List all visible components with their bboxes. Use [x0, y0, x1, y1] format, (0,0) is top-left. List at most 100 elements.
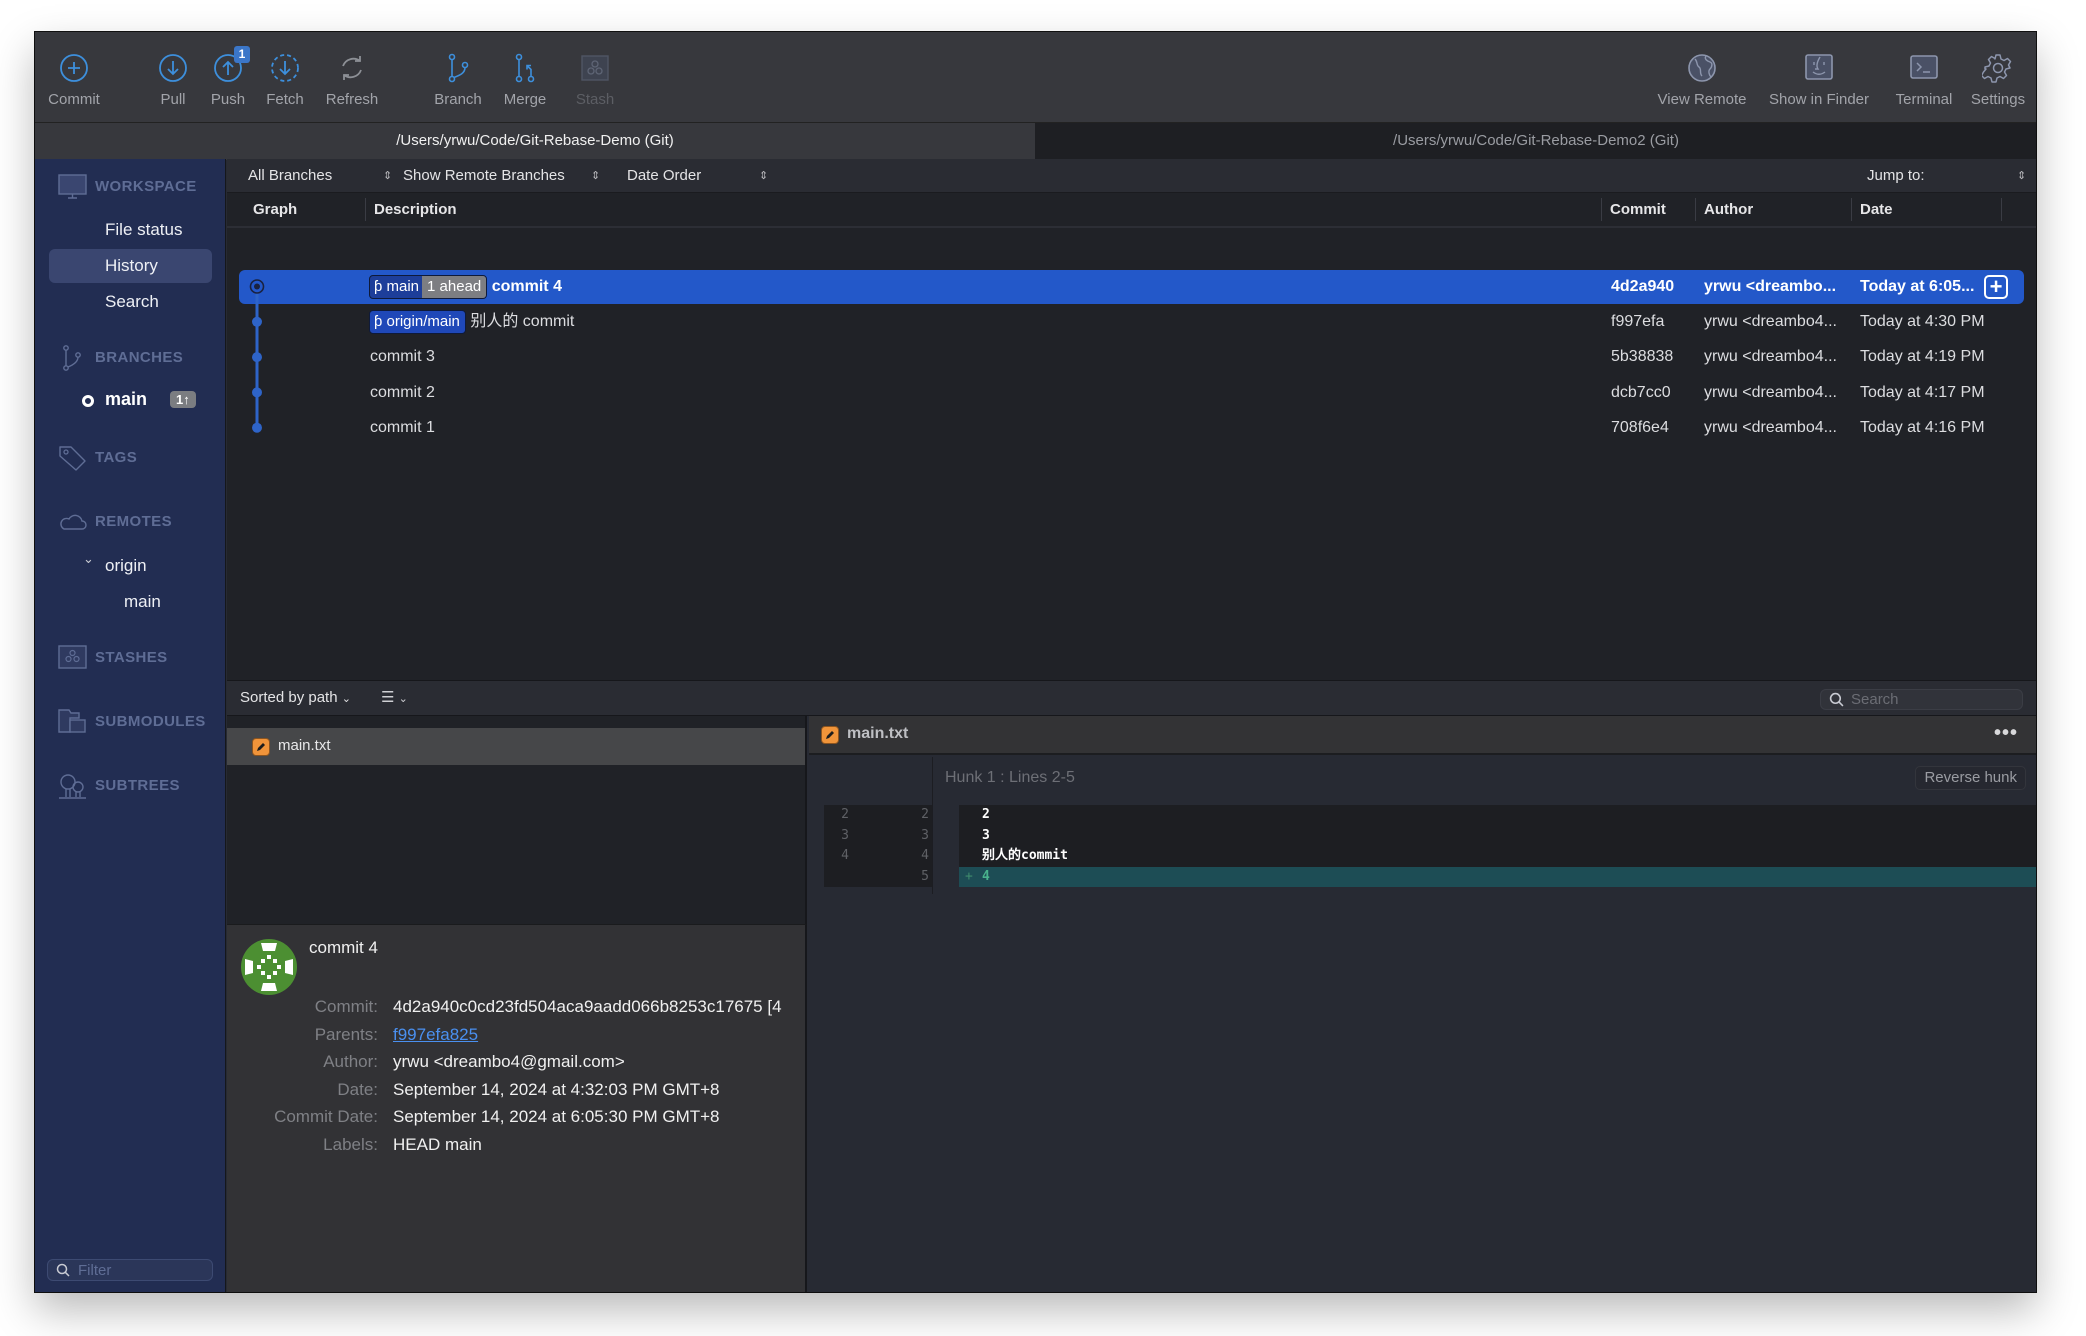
- sidebar-section-submodules[interactable]: SUBMODULES: [35, 707, 226, 737]
- monitor-icon: [58, 174, 88, 200]
- sidebar: WORKSPACE File status History Search BRA…: [35, 159, 226, 1292]
- new-line-number: 3: [921, 827, 929, 843]
- terminal-button[interactable]: Terminal: [1883, 52, 1965, 108]
- file-panel-toolbar: Sorted by path ⌄ ☰ ⌄ ⋯ ⌄: [227, 680, 2036, 716]
- reverse-hunk-button[interactable]: Reverse hunk: [1915, 766, 2026, 790]
- detail-key: Commit Date:: [274, 1107, 378, 1126]
- refresh-icon: [336, 52, 368, 84]
- parent-commit-link[interactable]: f997efa825: [393, 1025, 478, 1045]
- graph-node[interactable]: [252, 316, 262, 327]
- detail-value: September 14, 2024 at 4:32:03 PM GMT+8: [393, 1079, 720, 1099]
- commit-author: yrwu <dreambo...: [1704, 278, 1837, 295]
- tab-git-rebase-demo2[interactable]: /Users/yrwu/Code/Git-Rebase-Demo2 (Git): [1036, 123, 2036, 160]
- tab-git-rebase-demo[interactable]: /Users/yrwu/Code/Git-Rebase-Demo (Git): [35, 123, 1035, 160]
- commit-author: yrwu <dreambo4...: [1704, 313, 1837, 330]
- sidebar-section-tags[interactable]: TAGS: [35, 443, 226, 473]
- context-line[interactable]: 3: [959, 826, 2036, 846]
- trees-icon: [58, 773, 88, 799]
- view-mode-select[interactable]: ☰ ⌄: [381, 681, 408, 716]
- commit-author: yrwu <dreambo4...: [1704, 419, 1837, 436]
- commit-row[interactable]: ƥ origin/main 别人的 commit f997efa yrwu <d…: [227, 304, 2036, 339]
- line-marker: +: [965, 868, 973, 884]
- commit-list: ƥ main 1 ahead commit 4 4d2a940 yrwu <dre…: [227, 228, 2036, 680]
- sidebar-section-remotes[interactable]: REMOTES: [35, 507, 226, 537]
- updown-chevron-icon: ⇕: [2017, 170, 2027, 182]
- graph-node[interactable]: [252, 352, 262, 363]
- line-text: 3: [982, 827, 990, 843]
- sidebar-remote-branch-main[interactable]: main: [124, 592, 161, 612]
- commit-message: commit 4: [491, 278, 562, 295]
- sidebar-branch-main[interactable]: main 1↑: [35, 383, 226, 417]
- graph-node[interactable]: [252, 422, 262, 433]
- commit-table-header: Graph Description Commit Author Date: [227, 193, 2036, 228]
- terminal-icon: [1908, 52, 1940, 84]
- column-author[interactable]: Author: [1695, 198, 1851, 221]
- sidebar-section-stashes[interactable]: STASHES: [35, 643, 226, 673]
- file-search-input[interactable]: [1851, 690, 2016, 709]
- arrow-down-circle-icon: [157, 52, 189, 84]
- view-remote-button[interactable]: View Remote: [1652, 52, 1752, 108]
- sort-select[interactable]: Sorted by path ⌄: [240, 681, 351, 716]
- finder-icon: [1803, 52, 1835, 84]
- order-select[interactable]: Date Order ⇕: [627, 159, 787, 193]
- column-graph[interactable]: Graph: [245, 193, 345, 226]
- sidebar-filter-input[interactable]: [78, 1261, 208, 1279]
- sidebar-section-branches[interactable]: BRANCHES: [35, 343, 226, 373]
- settings-button[interactable]: Settings: [1965, 52, 2031, 108]
- fetch-button[interactable]: Fetch: [250, 52, 320, 108]
- gear-icon: [1982, 52, 2014, 84]
- context-line[interactable]: 2: [959, 805, 2036, 825]
- detail-value: yrwu <dreambo4@gmail.com>: [393, 1052, 625, 1071]
- commit-row[interactable]: commit 2 dcb7cc0 yrwu <dreambo4... Today…: [227, 375, 2036, 410]
- sidebar-filter-field[interactable]: [47, 1259, 213, 1281]
- sidebar-section-workspace[interactable]: WORKSPACE: [35, 172, 226, 202]
- commit-row[interactable]: commit 3 5b38838 yrwu <dreambo4... Today…: [227, 339, 2036, 374]
- column-commit[interactable]: Commit: [1601, 198, 1695, 221]
- commit-message: commit 3: [370, 348, 435, 365]
- stash-icon: [579, 52, 611, 84]
- added-line[interactable]: +4: [959, 866, 2036, 887]
- repo-tabs: /Users/yrwu/Code/Git-Rebase-Demo (Git) /…: [35, 122, 2036, 160]
- commit-author: yrwu <dreambo4...: [1704, 384, 1837, 401]
- remote-branches-select[interactable]: Show Remote Branches ⇕: [403, 159, 623, 193]
- column-date[interactable]: Date: [1851, 198, 2001, 221]
- show-in-finder-button[interactable]: Show in Finder: [1761, 52, 1877, 108]
- file-search-field[interactable]: [1820, 689, 2023, 710]
- new-line-number: 5: [921, 868, 929, 884]
- updown-chevron-icon: ⇕: [759, 170, 769, 182]
- branch-label-origin-main[interactable]: ƥ origin/main: [369, 309, 466, 334]
- branch-button[interactable]: Branch: [423, 52, 493, 108]
- old-line-number: 4: [841, 848, 849, 863]
- column-description[interactable]: Description: [365, 198, 1605, 221]
- detail-row: Parents: f997efa825: [227, 1025, 805, 1052]
- updown-chevron-icon: ⇕: [383, 170, 393, 182]
- commit-date: Today at 4:17 PM: [1860, 384, 1985, 401]
- jump-to-select[interactable]: Jump to: ⇕: [1867, 159, 2032, 193]
- commit-date: Today at 4:19 PM: [1860, 348, 1985, 365]
- graph-node[interactable]: [252, 387, 262, 398]
- sidebar-item-search[interactable]: Search: [49, 285, 212, 319]
- detail-row: Author: yrwu <dreambo4@gmail.com>: [227, 1052, 805, 1079]
- merge-button[interactable]: Merge: [490, 52, 560, 108]
- refresh-button[interactable]: Refresh: [317, 52, 387, 108]
- sidebar-section-subtrees[interactable]: SUBTREES: [35, 771, 226, 801]
- search-icon: [56, 1263, 70, 1277]
- sidebar-remote-origin[interactable]: origin: [105, 556, 147, 576]
- add-button[interactable]: +: [1984, 275, 2008, 299]
- commit-row[interactable]: ƥ main 1 ahead commit 4 4d2a940 yrwu <dre…: [227, 269, 2036, 304]
- sidebar-item-history[interactable]: History: [49, 249, 212, 283]
- merge-icon: [509, 52, 541, 84]
- line-text: 别人的commit: [982, 848, 1068, 863]
- commit-button[interactable]: Commit: [39, 52, 109, 108]
- file-row[interactable]: main.txt: [227, 728, 805, 765]
- commit-row[interactable]: commit 1 708f6e4 yrwu <dreambo4... Today…: [227, 410, 2036, 445]
- branch-label-main[interactable]: ƥ main 1 ahead: [369, 274, 488, 299]
- branches-select[interactable]: All Branches ⇕: [248, 159, 403, 193]
- stash-button[interactable]: Stash: [560, 52, 630, 108]
- sidebar-item-file-status[interactable]: File status: [49, 213, 212, 247]
- more-actions-button[interactable]: •••: [1994, 722, 2018, 745]
- commit-hash: 708f6e4: [1611, 419, 1669, 436]
- commit-title: commit 4: [309, 938, 378, 957]
- context-line[interactable]: 别人的commit: [959, 846, 2036, 866]
- chevron-down-icon[interactable]: ⌄: [83, 551, 94, 567]
